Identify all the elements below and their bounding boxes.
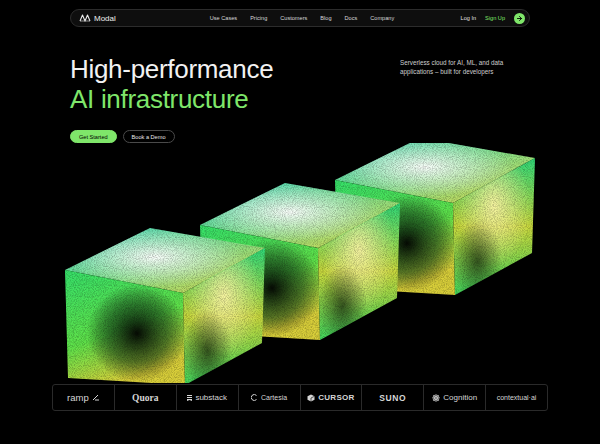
signup-link[interactable]: Sign Up xyxy=(485,15,505,21)
nav-link[interactable]: Use Cases xyxy=(210,15,237,21)
brand-name[interactable]: Modal xyxy=(94,14,116,23)
customer-name: SUNO xyxy=(379,393,406,403)
hero-title-line: High-performance xyxy=(70,54,273,84)
customer-logo: Quora xyxy=(114,385,176,410)
cursor-icon xyxy=(307,394,315,402)
nav-link[interactable]: Customers xyxy=(280,15,307,21)
nav-actions: Log In Sign Up xyxy=(435,13,525,24)
top-nav: Modal Use Cases Pricing Customers Blog Docs Co… xyxy=(70,9,530,27)
cognition-icon xyxy=(432,394,440,402)
customer-name: CURSOR xyxy=(318,393,354,402)
hero-main: High-performanceAI infrastructure Get Sta… xyxy=(70,54,273,143)
customer-name: ramp xyxy=(67,392,89,403)
hero-title-line: AI infrastructure xyxy=(70,84,273,114)
cartesia-icon xyxy=(251,394,258,401)
customer-name: substack xyxy=(195,393,227,402)
customer-logos: ramp Quora substack Cartesia CURSOR SUNO Cogni… xyxy=(52,384,548,411)
nav-link[interactable]: Company xyxy=(370,15,394,21)
login-link[interactable]: Log In xyxy=(461,15,477,21)
customer-logo: SUNO xyxy=(361,385,423,410)
customer-logo: contextual·ai xyxy=(485,385,547,410)
hero-buttons: Get Started Book a Demo xyxy=(70,130,273,143)
customer-name: Cognition xyxy=(443,393,477,402)
nav-link[interactable]: Pricing xyxy=(250,15,267,21)
customer-logo: substack xyxy=(176,385,238,410)
customer-name: Quora xyxy=(132,393,158,403)
landing-page: Modal Use Cases Pricing Customers Blog Docs Co… xyxy=(0,0,600,444)
cubes-illustration xyxy=(0,143,600,383)
customer-name: contextual·ai xyxy=(497,394,537,401)
customer-logo: Cartesia xyxy=(238,385,300,410)
signup-arrow-button[interactable] xyxy=(514,13,525,24)
brand[interactable]: Modal xyxy=(79,14,169,23)
nav-link[interactable]: Blog xyxy=(320,15,331,21)
substack-icon xyxy=(187,395,192,401)
hero: High-performanceAI infrastructure Get Sta… xyxy=(70,54,530,143)
book-demo-button[interactable]: Book a Demo xyxy=(123,130,175,143)
nav-links: Use Cases Pricing Customers Blog Docs Company xyxy=(169,15,435,21)
nav-link[interactable]: Docs xyxy=(345,15,358,21)
customer-name: Cartesia xyxy=(261,394,287,401)
hero-tagline: Serverless cloud for AI, ML, and data ap… xyxy=(400,58,530,76)
arrow-right-icon xyxy=(516,15,523,22)
modal-logo-icon xyxy=(79,14,91,22)
get-started-button[interactable]: Get Started xyxy=(70,130,117,143)
ramp-icon xyxy=(92,394,100,401)
cube xyxy=(65,228,265,383)
customer-logo: Cognition xyxy=(423,385,485,410)
customer-logo: CURSOR xyxy=(300,385,362,410)
customer-logo: ramp xyxy=(53,385,114,410)
